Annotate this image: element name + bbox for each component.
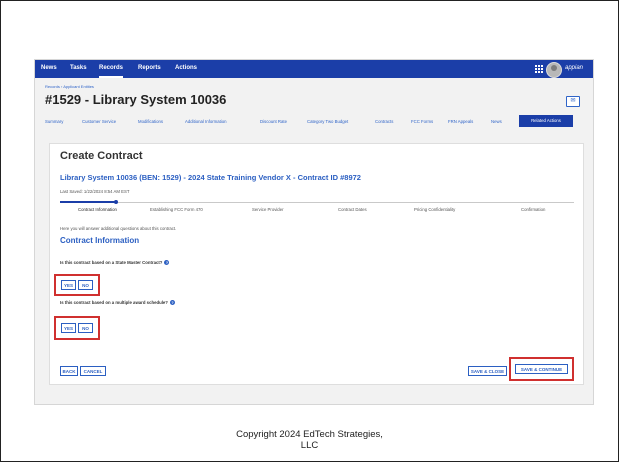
copyright-line-2: LLC (300, 440, 319, 451)
progress-current-marker (114, 200, 118, 204)
breadcrumb[interactable]: Records › Applicant Entities (45, 84, 94, 89)
appian-logo: appian (565, 65, 584, 71)
progress-track (60, 202, 574, 203)
help-circle-icon[interactable]: ? (164, 260, 170, 266)
tab-category-two-budget[interactable]: Category Two Budget (307, 119, 348, 124)
grid-menu-icon[interactable] (535, 65, 543, 73)
tab-frn-appeals[interactable]: FRN Appeals (448, 119, 473, 124)
tab-fcc-forms[interactable]: FCC Forms (411, 119, 433, 124)
q1-no-button[interactable]: NO (78, 280, 93, 290)
question-text: Is this contract based on a multiple awa… (60, 300, 168, 305)
back-button[interactable]: BACK (60, 366, 78, 376)
tab-related-actions[interactable]: Related Actions (519, 115, 573, 127)
save-close-button[interactable]: SAVE & CLOSE (468, 366, 507, 376)
message-icon[interactable]: ✉ (566, 96, 580, 107)
tab-additional-information[interactable]: Additional Information (185, 119, 227, 124)
contract-subtitle: Library System 10036 (BEN: 1529) - 2024 … (60, 173, 361, 182)
nav-active-indicator (99, 76, 123, 78)
nav-records[interactable]: Records (99, 65, 123, 71)
tab-customer-service[interactable]: Customer Service (82, 119, 116, 124)
tab-modifications[interactable]: Modifications (138, 119, 163, 124)
step-contract-dates: Contract Dates (338, 207, 367, 212)
tab-summary[interactable]: Summary (45, 119, 63, 124)
cancel-button[interactable]: CANCEL (80, 366, 106, 376)
help-circle-icon[interactable]: ? (169, 300, 175, 306)
q1-yes-button[interactable]: YES (61, 280, 76, 290)
nav-actions[interactable]: Actions (175, 65, 197, 71)
top-navigation-bar: News Tasks Records Reports Actions appia… (35, 60, 593, 78)
step-pricing-confidentiality: Pricing Confidentiality (414, 207, 456, 212)
tab-discount-rate[interactable]: Discount Rate (260, 119, 287, 124)
app-screenshot: News Tasks Records Reports Actions appia… (34, 59, 594, 405)
step-confirmation: Confirmation (521, 207, 546, 212)
step-establishing-fcc-form-470: Establishing FCC Form 470 (150, 207, 203, 212)
q2-no-button[interactable]: NO (78, 323, 93, 333)
copyright-line-1: Copyright 2024 EdTech Strategies, (236, 429, 383, 440)
card-title: Create Contract (60, 150, 143, 162)
step-service-provider: Service Provider (252, 207, 284, 212)
record-title: #1529 - Library System 10036 (45, 92, 227, 107)
nav-tasks[interactable]: Tasks (70, 65, 87, 71)
tab-contracts[interactable]: Contracts (375, 119, 393, 124)
q2-yes-button[interactable]: YES (61, 323, 76, 333)
copyright-footer: Copyright 2024 EdTech Strategies, LLC (0, 429, 619, 451)
record-tabs: Summary Customer Service Modifications A… (45, 115, 585, 129)
nav-news[interactable]: News (41, 65, 57, 71)
tab-news[interactable]: News (491, 119, 502, 124)
question-multiple-award-schedule: Is this contract based on a multiple awa… (60, 300, 175, 306)
user-avatar[interactable] (546, 62, 562, 78)
create-contract-card: Create Contract Library System 10036 (BE… (49, 143, 584, 385)
step-contract-information: Contract Information (78, 207, 117, 212)
save-continue-button[interactable]: SAVE & CONTINUE (515, 364, 568, 374)
progress-fill (60, 201, 116, 203)
question-state-master-contract: Is this contract based on a State Master… (60, 260, 170, 266)
last-saved-text: Last Saved: 1/22/2024 8:54 AM EST (60, 189, 130, 194)
nav-reports[interactable]: Reports (138, 65, 161, 71)
section-title: Contract Information (60, 236, 140, 245)
intro-text: Here you will answer additional question… (60, 226, 177, 231)
question-text: Is this contract based on a State Master… (60, 260, 163, 265)
